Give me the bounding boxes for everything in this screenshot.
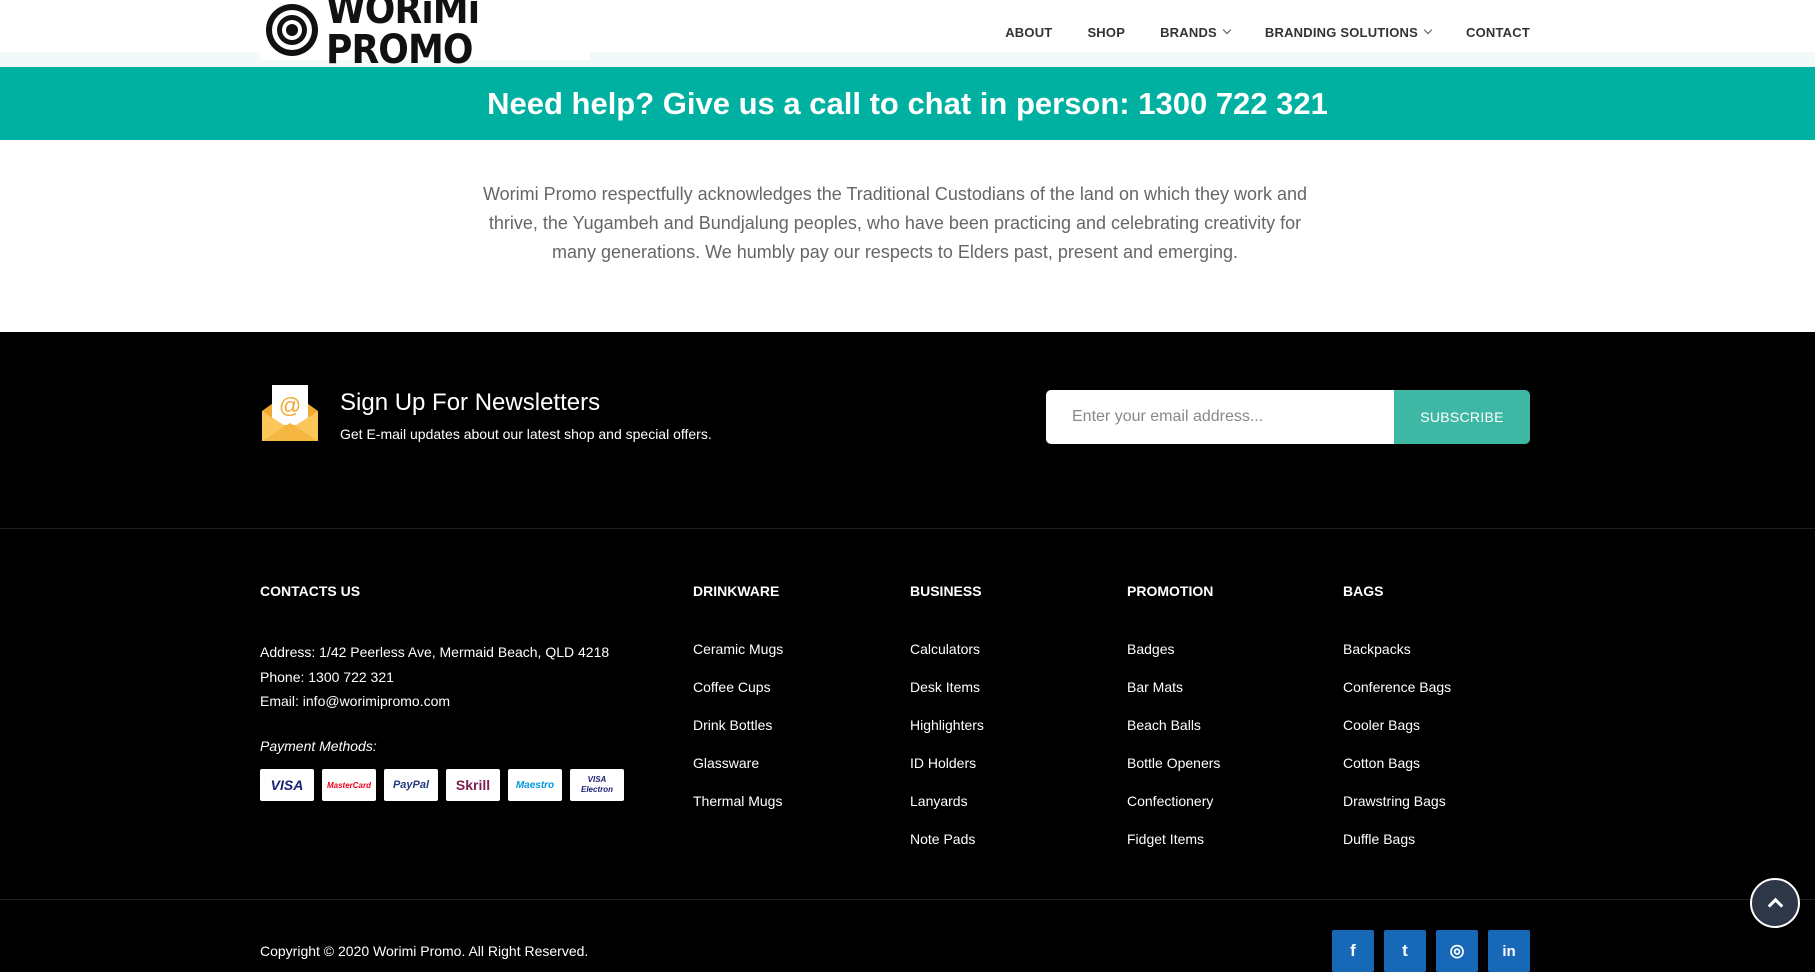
help-banner: Need help? Give us a call to chat in per… [0, 67, 1815, 140]
chevron-down-icon [1222, 25, 1232, 35]
contact-details: Address: 1/42 Peerless Ave, Mermaid Beac… [260, 640, 609, 714]
envelope-icon: @ [262, 385, 318, 441]
list-item[interactable]: Backpacks [1343, 639, 1451, 677]
nav-shop-label: SHOP [1087, 24, 1126, 40]
social-links: f t ◎ in [1332, 930, 1530, 972]
logo-text: WORiMi PROMO [326, 0, 480, 73]
mastercard-icon: MasterCard [322, 769, 376, 801]
list-item[interactable]: Glassware [693, 753, 783, 791]
list-item[interactable]: Ceramic Mugs [693, 639, 783, 677]
visa-card-icon: VISA [260, 769, 314, 801]
nav-brands[interactable]: BRANDS [1160, 24, 1232, 40]
list-item[interactable]: Beach Balls [1127, 715, 1220, 753]
list-item[interactable]: Bottle Openers [1127, 753, 1220, 791]
list-item[interactable]: Bar Mats [1127, 677, 1220, 715]
bags-list: Backpacks Conference Bags Cooler Bags Co… [1343, 639, 1451, 867]
nav-brands-label: BRANDS [1160, 24, 1217, 40]
footer-divider [0, 528, 1815, 529]
newsletter-subtitle: Get E-mail updates about our latest shop… [340, 426, 712, 442]
promotion-list: Badges Bar Mats Beach Balls Bottle Opene… [1127, 639, 1220, 867]
maestro-icon: Maestro [508, 769, 562, 801]
payment-methods: VISA MasterCard PayPal Skrill Maestro VI… [260, 769, 624, 801]
logo-mark-icon [266, 4, 318, 56]
contact-email[interactable]: Email: info@worimipromo.com [260, 689, 609, 714]
nav-about[interactable]: ABOUT [1005, 25, 1052, 40]
acknowledgement-text: Worimi Promo respectfully acknowledges t… [482, 184, 1308, 262]
list-item[interactable]: Confectionery [1127, 791, 1220, 829]
list-item[interactable]: ID Holders [910, 753, 984, 791]
payment-methods-label: Payment Methods: [260, 738, 377, 754]
bags-heading: BAGS [1343, 583, 1384, 599]
list-item[interactable]: Badges [1127, 639, 1220, 677]
list-item[interactable]: Desk Items [910, 677, 984, 715]
main-nav: ABOUT SHOP BRANDS BRANDING SOLUTIONS CON… [1005, 0, 1530, 64]
list-item[interactable]: Fidget Items [1127, 829, 1220, 867]
list-item[interactable]: Coffee Cups [693, 677, 783, 715]
twitter-icon[interactable]: t [1384, 930, 1426, 972]
facebook-icon[interactable]: f [1332, 930, 1374, 972]
nav-shop[interactable]: SHOP [1087, 25, 1125, 40]
business-heading: BUSINESS [910, 583, 982, 599]
list-item[interactable]: Highlighters [910, 715, 984, 753]
email-input[interactable] [1046, 390, 1394, 444]
visa-electron-icon: VISA Electron [570, 769, 624, 801]
bottom-divider [0, 899, 1815, 900]
newsletter-form: SUBSCRIBE [1046, 390, 1530, 444]
subscribe-button[interactable]: SUBSCRIBE [1394, 390, 1530, 444]
copyright-text: Copyright © 2020 Worimi Promo. All Right… [260, 943, 589, 959]
linkedin-icon[interactable]: in [1488, 930, 1530, 972]
chevron-up-icon [1767, 897, 1783, 914]
list-item[interactable]: Conference Bags [1343, 677, 1451, 715]
chevron-down-icon [1423, 25, 1433, 35]
list-item[interactable]: Drink Bottles [693, 715, 783, 753]
site-logo[interactable]: WORiMi PROMO [260, 0, 590, 70]
nav-contact[interactable]: CONTACT [1466, 25, 1530, 40]
back-to-top-button[interactable] [1750, 878, 1800, 928]
list-item[interactable]: Duffle Bags [1343, 829, 1451, 867]
svg-text:@: @ [279, 393, 301, 418]
nav-branding-solutions-label: BRANDING SOLUTIONS [1264, 24, 1419, 40]
list-item[interactable]: Lanyards [910, 791, 984, 829]
skrill-icon: Skrill [446, 769, 500, 801]
help-text: Need help? Give us a call to chat in per… [487, 85, 1328, 121]
promotion-heading: PROMOTION [1127, 583, 1214, 599]
business-list: Calculators Desk Items Highlighters ID H… [910, 639, 984, 867]
list-item[interactable]: Calculators [910, 639, 984, 677]
list-item[interactable]: Cotton Bags [1343, 753, 1451, 791]
nav-contact-label: CONTACT [1466, 24, 1530, 40]
list-item[interactable]: Drawstring Bags [1343, 791, 1451, 829]
list-item[interactable]: Cooler Bags [1343, 715, 1451, 753]
contact-phone[interactable]: Phone: 1300 722 321 [260, 665, 609, 690]
nav-about-label: ABOUT [1005, 24, 1053, 40]
paypal-icon: PayPal [384, 769, 438, 801]
drinkware-list: Ceramic Mugs Coffee Cups Drink Bottles G… [693, 639, 783, 829]
newsletter-title: Sign Up For Newsletters [340, 389, 601, 416]
contacts-heading: CONTACTS US [260, 583, 361, 599]
list-item[interactable]: Thermal Mugs [693, 791, 783, 829]
instagram-icon[interactable]: ◎ [1436, 930, 1478, 972]
list-item[interactable]: Note Pads [910, 829, 984, 867]
contact-address: Address: 1/42 Peerless Ave, Mermaid Beac… [260, 644, 610, 660]
nav-branding-solutions[interactable]: BRANDING SOLUTIONS [1264, 24, 1433, 40]
drinkware-heading: DRINKWARE [693, 583, 780, 599]
